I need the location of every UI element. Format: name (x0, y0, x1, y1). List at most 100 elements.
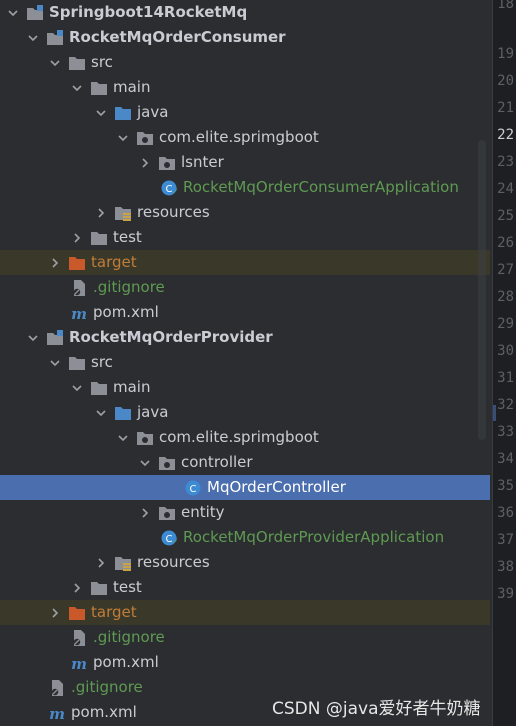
line-number: 38 (497, 559, 514, 575)
package-icon (158, 504, 176, 522)
tree-row-java[interactable]: java (0, 100, 490, 125)
tree-row-gitignore[interactable]: .gitignore (0, 625, 490, 650)
module-folder-icon (46, 329, 64, 347)
tree-row-src[interactable]: src (0, 50, 490, 75)
chevron-right-icon[interactable] (138, 506, 152, 520)
chevron-right-icon[interactable] (70, 581, 84, 595)
tree-row-test[interactable]: test (0, 225, 490, 250)
tree-row-src[interactable]: src (0, 350, 490, 375)
tree-row-package[interactable]: com.elite.sprimgboot (0, 425, 490, 450)
tree-row-main[interactable]: main (0, 375, 490, 400)
tree-row-project-root[interactable]: Springboot14RocketMq (0, 0, 490, 25)
line-number: 30 (497, 343, 514, 359)
tree-label: .gitignore (71, 678, 143, 696)
gitignore-file-icon (48, 679, 66, 697)
svg-text:m: m (49, 705, 65, 722)
chevron-right-icon[interactable] (138, 156, 152, 170)
tree-row-module-consumer[interactable]: RocketMqOrderConsumer (0, 25, 490, 50)
line-number: 33 (497, 424, 514, 440)
line-number: 39 (497, 586, 514, 602)
package-icon (158, 454, 176, 472)
gitignore-file-icon (70, 279, 88, 297)
tree-row-module-provider[interactable]: RocketMqOrderProvider (0, 325, 490, 350)
svg-text:C: C (166, 534, 173, 545)
tree-row-pom[interactable]: m pom.xml (0, 650, 490, 675)
tree-row-pom[interactable]: m pom.xml (0, 300, 490, 325)
chevron-down-icon[interactable] (94, 406, 108, 420)
tree-label: resources (137, 553, 210, 571)
chevron-down-icon[interactable] (26, 31, 40, 45)
tree-row-resources[interactable]: resources (0, 200, 490, 225)
tree-row-main[interactable]: main (0, 75, 490, 100)
tree-row-target[interactable]: target (0, 250, 490, 275)
chevron-right-icon[interactable] (94, 556, 108, 570)
tree-row-mq-order-controller[interactable]: C MqOrderController (0, 475, 490, 500)
line-number-active: 22 (497, 127, 514, 143)
line-number: 19 (497, 46, 514, 62)
folder-icon (90, 579, 108, 597)
watermark: CSDN @java爱好者牛奶糖 (272, 699, 481, 719)
tree-label: src (91, 53, 113, 71)
tree-label: controller (181, 453, 253, 471)
chevron-right-icon[interactable] (70, 231, 84, 245)
line-number: 27 (497, 262, 514, 278)
tree-label: com.elite.sprimgboot (159, 128, 319, 146)
tree-row-consumer-application[interactable]: C RocketMqOrderConsumerApplication (0, 175, 490, 200)
tree-row-controller[interactable]: controller (0, 450, 490, 475)
chevron-down-icon[interactable] (70, 81, 84, 95)
tree-label: .gitignore (93, 628, 165, 646)
package-icon (136, 129, 154, 147)
svg-text:m: m (71, 655, 87, 672)
maven-pom-icon: m (70, 304, 88, 322)
tree-row-provider-application[interactable]: C RocketMqOrderProviderApplication (0, 525, 490, 550)
tree-label: pom.xml (71, 703, 137, 721)
tree-label: target (91, 603, 137, 621)
tree-row-package[interactable]: com.elite.sprimgboot (0, 125, 490, 150)
chevron-down-icon[interactable] (116, 431, 130, 445)
chevron-right-icon[interactable] (94, 206, 108, 220)
chevron-down-icon[interactable] (70, 381, 84, 395)
change-marker (493, 405, 496, 421)
tree-row-java[interactable]: java (0, 400, 490, 425)
excluded-folder-icon (68, 254, 86, 272)
tree-row-gitignore[interactable]: .gitignore (0, 275, 490, 300)
tree-label: pom.xml (93, 653, 159, 671)
tree-row-resources[interactable]: resources (0, 550, 490, 575)
line-number: 18 (497, 0, 514, 12)
chevron-down-icon[interactable] (48, 56, 62, 70)
folder-icon (68, 54, 86, 72)
tree-label: main (113, 78, 151, 96)
line-number: 21 (497, 100, 514, 116)
tree-row-entity[interactable]: entity (0, 500, 490, 525)
maven-pom-icon: m (70, 654, 88, 672)
chevron-down-icon[interactable] (48, 356, 62, 370)
svg-text:m: m (71, 305, 87, 322)
folder-icon (90, 229, 108, 247)
tree-row-target[interactable]: target (0, 600, 490, 625)
package-icon (136, 429, 154, 447)
tree-label: RocketMqOrderConsumer (69, 28, 286, 46)
tree-row-test[interactable]: test (0, 575, 490, 600)
chevron-down-icon[interactable] (138, 456, 152, 470)
chevron-down-icon[interactable] (6, 6, 20, 20)
tree-scrollbar[interactable] (478, 140, 486, 440)
source-folder-icon (114, 104, 132, 122)
line-number: 28 (497, 289, 514, 305)
chevron-down-icon[interactable] (26, 331, 40, 345)
chevron-right-icon[interactable] (48, 256, 62, 270)
editor-line-gutter: 18 19 20 21 22 23 24 25 26 27 28 29 30 3… (492, 0, 516, 726)
chevron-down-icon[interactable] (116, 131, 130, 145)
line-number: 29 (497, 316, 514, 332)
line-number: 32 (497, 397, 514, 413)
module-folder-icon (46, 29, 64, 47)
line-number: 31 (497, 370, 514, 386)
chevron-right-icon[interactable] (48, 606, 62, 620)
spring-boot-class-icon: C (160, 179, 178, 197)
source-folder-icon (114, 404, 132, 422)
chevron-down-icon[interactable] (94, 106, 108, 120)
line-number: 20 (497, 73, 514, 89)
tree-row-lsnter[interactable]: lsnter (0, 150, 490, 175)
folder-icon (68, 354, 86, 372)
module-folder-icon (26, 4, 44, 22)
svg-text:C: C (166, 184, 173, 195)
